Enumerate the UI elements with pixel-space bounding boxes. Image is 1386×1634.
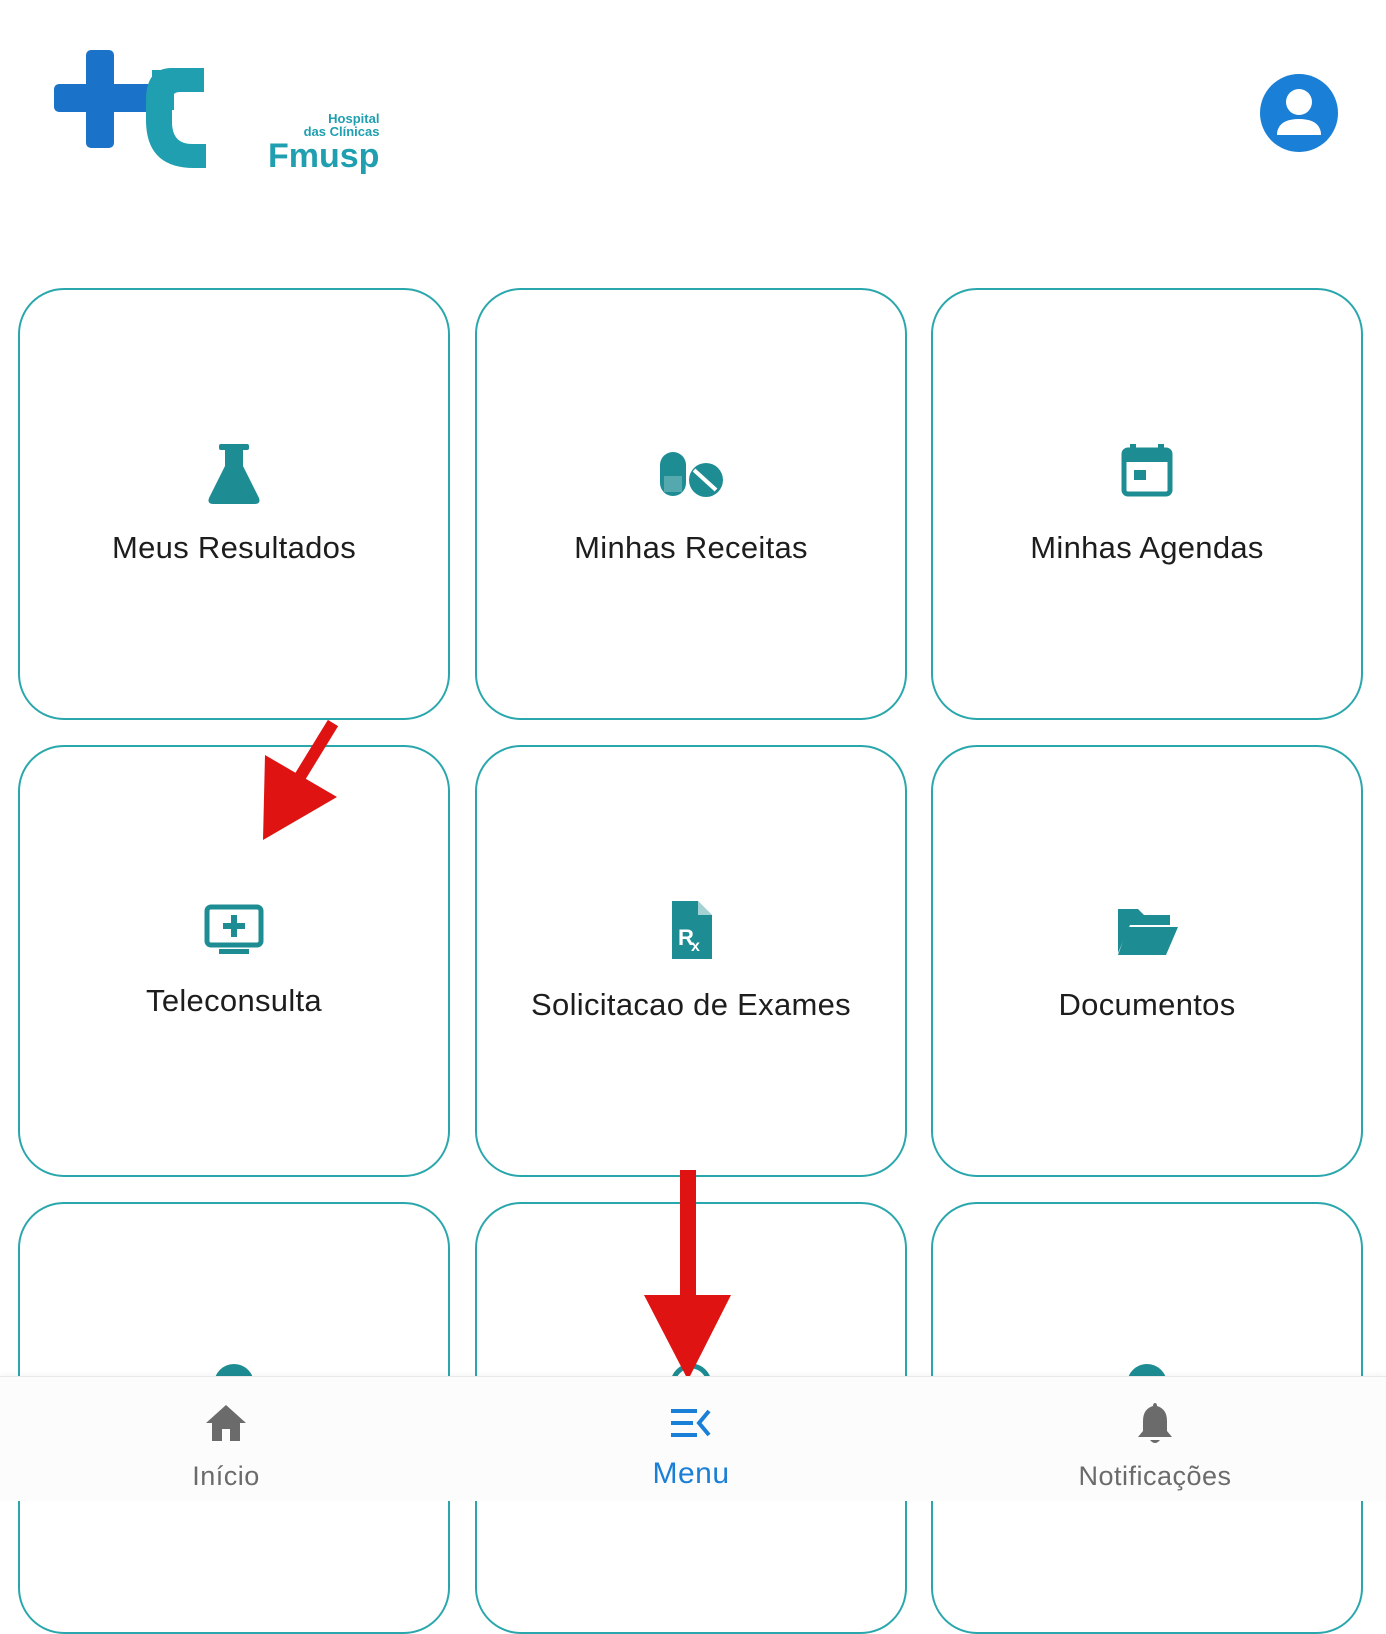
logo-line-fmusp: Fmusp <box>268 137 380 175</box>
nav-label-notificacoes: Notificações <box>1078 1461 1232 1491</box>
flask-icon <box>208 444 260 504</box>
nav-item-menu[interactable]: Menu <box>541 1377 841 1501</box>
tile-label: Meus Resultados <box>111 530 356 565</box>
menu-open-icon <box>671 1409 711 1437</box>
tile-label: Documentos <box>1058 987 1236 1022</box>
tile-teleconsulta[interactable]: Teleconsulta <box>18 745 450 1177</box>
prescription-icon: R x <box>672 901 712 959</box>
home-icon <box>206 1405 246 1441</box>
folder-open-icon <box>1118 909 1178 955</box>
nav-label-menu: Menu <box>652 1457 730 1490</box>
tile-minhas-agendas[interactable]: Minhas Agendas <box>931 288 1363 720</box>
tile-meus-resultados[interactable]: Meus Resultados <box>18 288 450 720</box>
nav-item-inicio[interactable]: Início <box>76 1377 376 1501</box>
calendar-icon <box>1121 444 1173 497</box>
logo-wordmark: Hospital das Clínicas Fmusp <box>268 112 379 173</box>
tile-label: Minhas Receitas <box>574 530 808 565</box>
tile-minhas-receitas[interactable]: Minhas Receitas <box>475 288 907 720</box>
tile-solicitacao-de-exames[interactable]: R x Solicitacao de Exames <box>475 745 907 1177</box>
tile-label: Minhas Agendas <box>1030 530 1264 565</box>
monitor-plus-icon <box>204 904 264 954</box>
pills-icon <box>660 452 723 497</box>
hc-fmusp-logo: Hospital das Clínicas Fmusp <box>54 50 379 180</box>
account-circle-icon[interactable] <box>1259 73 1339 153</box>
tile-label: Solicitacao de Exames <box>531 987 851 1022</box>
nav-label-inicio: Início <box>192 1461 260 1491</box>
nav-item-notificacoes[interactable]: Notificações <box>1005 1377 1305 1501</box>
bottom-navigation-bar: Início Menu Notificações <box>0 1376 1386 1501</box>
svg-text:x: x <box>691 938 700 955</box>
tile-label: Teleconsulta <box>146 983 322 1018</box>
bell-icon <box>1138 1403 1172 1443</box>
tile-documentos[interactable]: Documentos <box>931 745 1363 1177</box>
